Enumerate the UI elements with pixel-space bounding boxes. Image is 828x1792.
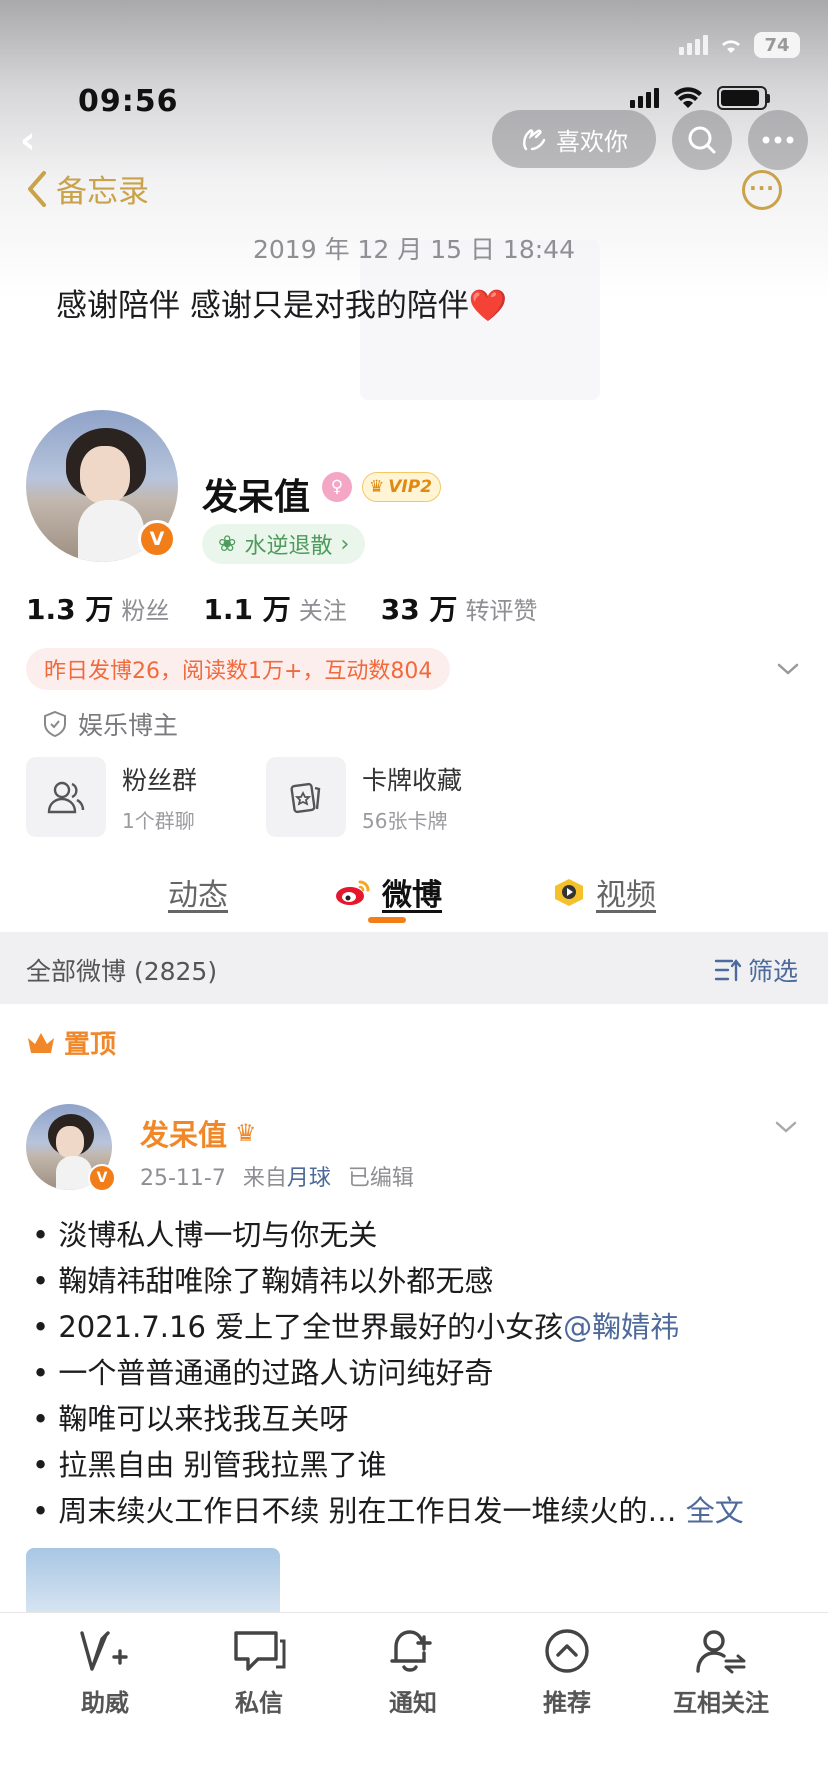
nav-notifications[interactable]: 通知: [348, 1627, 478, 1718]
activity-summary[interactable]: 昨日发博26，阅读数1万+，互动数804: [26, 648, 451, 690]
chevron-down-icon[interactable]: [776, 654, 799, 676]
verified-badge-icon: V: [138, 520, 176, 558]
search-button[interactable]: [672, 110, 732, 170]
post-body: • 淡博私人博一切与你无关 • 鞠婧祎甜唯除了鞠婧祎以外都无感 • 2021.7…: [32, 1212, 802, 1534]
memo-text: 感谢陪伴 感谢只是对我的陪伴❤️: [56, 288, 508, 324]
weibo-logo-icon: [336, 880, 370, 905]
like-button[interactable]: 喜欢你: [492, 110, 656, 168]
background-status-bar: 74: [679, 32, 800, 58]
message-icon: [234, 1631, 286, 1671]
bell-icon: [390, 1630, 432, 1672]
like-label: 喜欢你: [556, 127, 628, 156]
video-play-icon: [555, 879, 583, 906]
crown-icon: [28, 1032, 54, 1053]
profile-tabs: 动态 微博 视频: [0, 862, 828, 922]
card-collection-title: 卡牌收藏: [362, 765, 463, 795]
recommend-icon: [545, 1629, 589, 1673]
more-dots-icon: [762, 136, 794, 144]
crown-icon: ♛: [369, 477, 385, 497]
certification-label: 娱乐博主: [78, 711, 179, 740]
filter-button[interactable]: 筛选: [714, 952, 798, 988]
full-text-link[interactable]: 全文: [686, 1494, 744, 1528]
lotus-icon: ❀: [218, 531, 237, 557]
pinned-label: 置顶: [26, 1024, 116, 1061]
tab-weibo[interactable]: 微博: [334, 870, 442, 914]
chevron-left-icon: [28, 170, 46, 207]
post-line: • 周末续火工作日不续 别在工作日发一堆续火的… 全文: [32, 1494, 744, 1528]
status-icons: [630, 86, 770, 110]
follow-icon: [696, 1630, 746, 1674]
fan-group-card[interactable]: 粉丝群 1个群聊: [26, 756, 246, 838]
card-collection-icon: [266, 757, 346, 837]
post-line: • 2021.7.16 爱上了全世界最好的小女孩@鞠婧祎: [32, 1310, 680, 1344]
stat-following[interactable]: 1.1 万关注: [203, 588, 346, 628]
battery-indicator-bg: 74: [754, 32, 800, 58]
vip-crown-icon: ♛: [235, 1119, 257, 1147]
memo-more-icon[interactable]: ···: [742, 170, 782, 210]
signal-icon-bg: [679, 35, 708, 55]
post-meta: 25-11-7 来自月球 已编辑: [140, 1160, 414, 1192]
filter-icon: [714, 959, 742, 982]
nav-cheer[interactable]: 助威: [40, 1627, 170, 1718]
card-collection-subtitle: 56张卡牌: [362, 808, 448, 833]
post-line: • 拉黑自由 别管我拉黑了谁: [32, 1448, 387, 1482]
female-gender-icon: ♀: [322, 472, 352, 502]
post-line: • 一个普普通通的过路人访问纯好奇: [32, 1356, 494, 1390]
group-icon: [26, 757, 106, 837]
hand-heart-icon: [523, 129, 546, 151]
post-source-prefix: 来自: [242, 1166, 287, 1191]
post-verified-badge-icon: V: [88, 1164, 116, 1192]
profile-name: 发呆值: [202, 477, 311, 518]
post-line: • 鞠唯可以来找我互关呀: [32, 1402, 349, 1436]
post-line: • 淡博私人博一切与你无关: [32, 1218, 378, 1252]
stat-followers[interactable]: 1.3 万粉丝: [26, 588, 169, 628]
nav-recommend[interactable]: 推荐: [502, 1627, 632, 1718]
search-icon: [688, 126, 716, 154]
all-posts-count[interactable]: 全部微博 (2825): [26, 952, 217, 988]
fan-group-title: 粉丝群: [122, 765, 198, 795]
vip-badge[interactable]: ♛ VIP2: [362, 472, 442, 502]
mention-link[interactable]: @鞠婧祎: [563, 1310, 679, 1344]
post-image[interactable]: [26, 1548, 280, 1612]
post-date: 25-11-7: [140, 1166, 226, 1191]
status-time: 09:56: [78, 84, 179, 119]
chevron-right-icon: ›: [340, 531, 350, 557]
nav-messages[interactable]: 私信: [194, 1627, 324, 1718]
more-button[interactable]: [748, 110, 808, 170]
profile-tag[interactable]: ❀ 水逆退散 ›: [202, 524, 366, 564]
certification: 娱乐博主: [42, 706, 178, 742]
shield-icon: [44, 710, 66, 738]
profile-stats: 1.3 万粉丝 1.1 万关注 33 万转评赞: [26, 588, 537, 628]
bottom-nav: 助威 私信 通知 推荐 互相关注: [0, 1612, 828, 1792]
post-author-name[interactable]: 发呆值 ♛: [140, 1112, 257, 1154]
stat-engagement[interactable]: 33 万转评赞: [381, 588, 538, 628]
post-edited: 已编辑: [347, 1166, 414, 1191]
tab-dynamics[interactable]: 动态: [168, 870, 228, 914]
memo-back-label: 备忘录: [56, 174, 149, 210]
battery-icon: [717, 86, 770, 110]
post-source[interactable]: 月球: [287, 1166, 331, 1191]
nav-mutual-follow[interactable]: 互相关注: [656, 1627, 786, 1718]
profile-tag-label: 水逆退散: [244, 534, 333, 559]
post-line: • 鞠婧祎甜唯除了鞠婧祎以外都无感: [32, 1264, 494, 1298]
cheer-icon: [80, 1631, 128, 1671]
card-collection-card[interactable]: 卡牌收藏 56张卡牌: [266, 756, 486, 838]
fan-group-subtitle: 1个群聊: [122, 808, 195, 833]
vip-label: VIP2: [388, 477, 433, 497]
filter-bar: 全部微博 (2825) 筛选: [0, 932, 828, 1004]
back-arrow-icon[interactable]: ‹: [20, 120, 50, 160]
post-options-chevron-icon[interactable]: [774, 1112, 798, 1142]
tab-video[interactable]: 视频: [552, 870, 656, 914]
memo-date: 2019 年 12 月 15 日 18:44: [253, 235, 575, 264]
memo-back-button[interactable]: 备忘录: [26, 166, 149, 211]
tab-indicator: [368, 917, 406, 923]
wifi-icon: [674, 87, 702, 108]
wifi-icon-bg: [722, 40, 740, 53]
cellular-signal-icon: [630, 88, 659, 108]
